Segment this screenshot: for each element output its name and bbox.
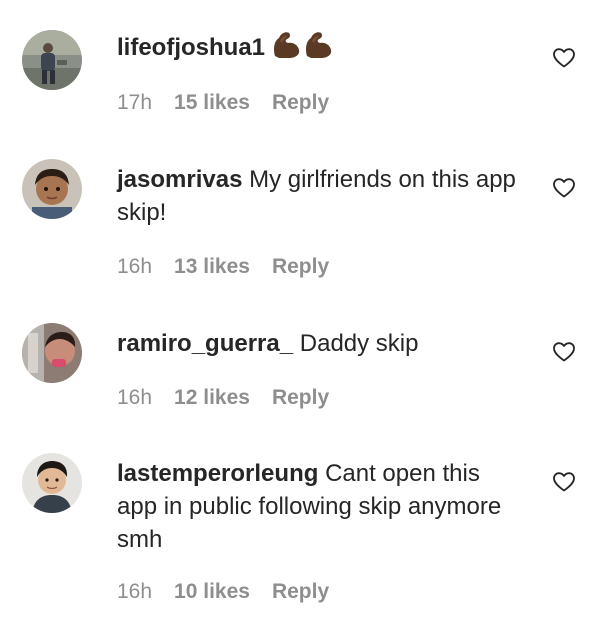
heart-outline-icon[interactable] bbox=[552, 46, 576, 70]
comment-body: Daddy skip bbox=[299, 330, 419, 357]
avatar[interactable] bbox=[22, 159, 82, 219]
comment-meta: 16h 13 likes Reply bbox=[117, 255, 329, 279]
comment-username[interactable]: lastemperorleung bbox=[117, 460, 318, 487]
comment-likes[interactable]: 12 likes bbox=[174, 386, 250, 410]
reply-button[interactable]: Reply bbox=[272, 580, 329, 604]
comment-likes[interactable]: 15 likes bbox=[174, 91, 250, 115]
heart-outline-icon[interactable] bbox=[552, 470, 576, 494]
comment-likes[interactable]: 13 likes bbox=[174, 255, 250, 279]
comment-likes[interactable]: 10 likes bbox=[174, 580, 250, 604]
comment-time: 16h bbox=[117, 255, 153, 278]
comment-time: 16h bbox=[117, 386, 153, 409]
comment-text: ramiro_guerra_ Daddy skip bbox=[117, 327, 522, 360]
reply-button[interactable]: Reply bbox=[272, 91, 329, 115]
comment-username[interactable]: ramiro_guerra_ bbox=[117, 330, 293, 357]
comment-username[interactable]: lifeofjoshua1 bbox=[117, 34, 265, 61]
comment-meta: 16h 12 likes Reply bbox=[117, 386, 329, 410]
comment-meta: 16h 10 likes Reply bbox=[117, 580, 329, 604]
avatar[interactable] bbox=[22, 30, 82, 90]
heart-outline-icon[interactable] bbox=[552, 340, 576, 364]
heart-outline-icon[interactable] bbox=[552, 176, 576, 200]
reply-button[interactable]: Reply bbox=[272, 386, 329, 410]
avatar[interactable] bbox=[22, 323, 82, 383]
comment-text: jasomrivas My girlfriends on this app sk… bbox=[117, 163, 522, 229]
comment-username[interactable]: jasomrivas bbox=[117, 166, 242, 193]
comment-time: 17h bbox=[117, 91, 153, 114]
reply-button[interactable]: Reply bbox=[272, 255, 329, 279]
comment-meta: 17h 15 likes Reply bbox=[117, 91, 329, 115]
avatar[interactable] bbox=[22, 453, 82, 513]
comment-time: 16h bbox=[117, 580, 153, 603]
comment-text: lifeofjoshua1 bbox=[117, 29, 522, 68]
comment-text: lastemperorleung Cant open this app in p… bbox=[117, 457, 522, 556]
flexed-biceps-emoji-icon bbox=[271, 29, 337, 68]
